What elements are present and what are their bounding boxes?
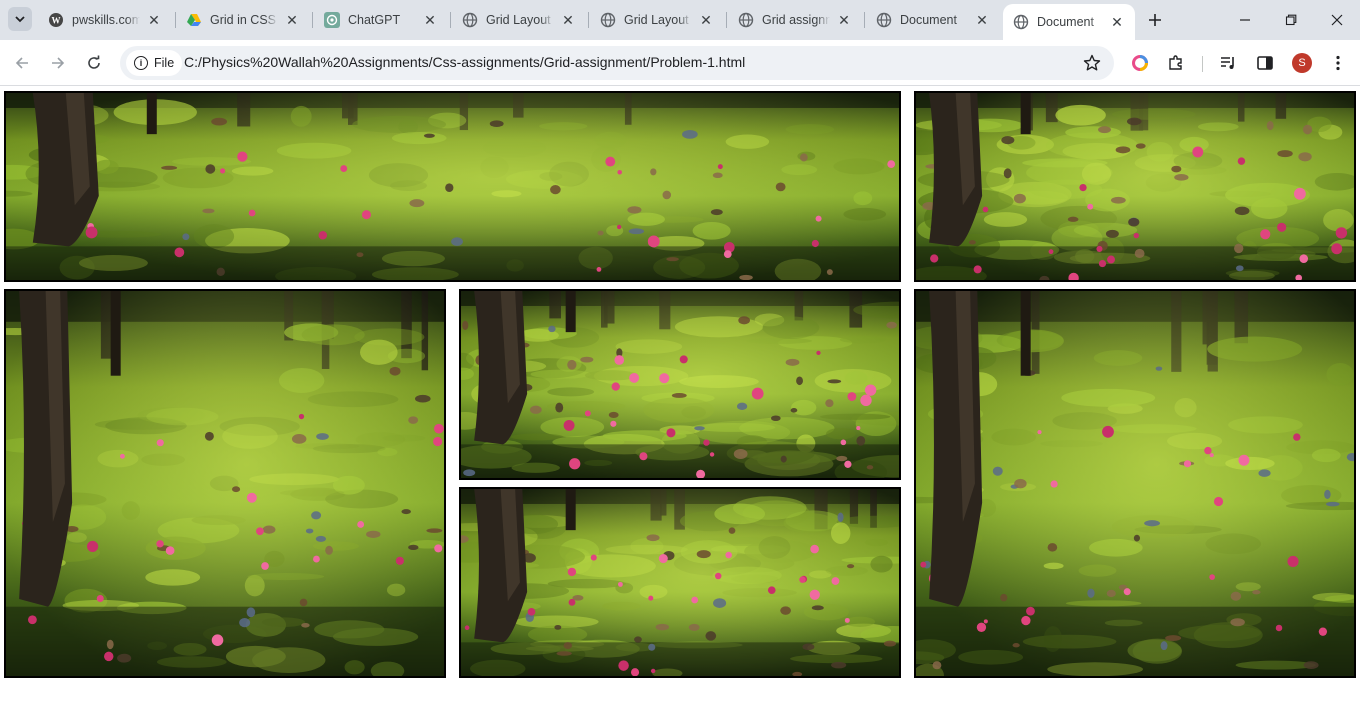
back-button[interactable] <box>8 49 36 77</box>
forest-photo <box>6 291 444 676</box>
globe-icon <box>600 12 616 28</box>
profile-button[interactable]: S <box>1290 51 1314 75</box>
media-controls-button[interactable] <box>1216 51 1240 75</box>
extensions-button[interactable] <box>1164 51 1188 75</box>
chevron-down-icon <box>15 16 25 23</box>
media-queue-icon <box>1221 57 1234 69</box>
tab-title: Document <box>900 13 957 27</box>
tab-title: Document <box>1037 15 1094 29</box>
site-info-label: File <box>154 56 175 70</box>
toolbar-divider <box>1202 56 1203 72</box>
globe-icon <box>462 12 478 28</box>
copilot-icon <box>1132 55 1148 71</box>
avatar: S <box>1292 53 1312 73</box>
tab-title: Grid Layout in CSS <box>486 13 554 27</box>
forest-photo <box>461 291 899 478</box>
tab-1[interactable]: W pwskills.com ✕ <box>38 6 172 34</box>
site-info-chip[interactable]: i File <box>126 50 183 76</box>
arrow-right-icon <box>52 57 65 69</box>
new-tab-button[interactable] <box>1143 8 1167 32</box>
restore-icon <box>1285 14 1297 26</box>
menu-button[interactable] <box>1326 51 1350 75</box>
info-icon: i <box>134 56 148 70</box>
tab-title: pwskills.com <box>72 13 140 27</box>
grid-image-5 <box>459 487 901 678</box>
browser-toolbar: i File C:/Physics%20Wallah%20Assignments… <box>0 40 1360 86</box>
tab-6[interactable]: Grid assignment ✕ <box>728 6 862 34</box>
svg-text:W: W <box>52 16 61 26</box>
tab-title: Grid in CSS / CSS Grid <box>210 13 278 27</box>
arrow-left-icon <box>15 57 28 69</box>
star-icon <box>1083 54 1101 71</box>
address-bar[interactable]: i File C:/Physics%20Wallah%20Assignments… <box>120 46 1114 80</box>
tab-divider <box>864 12 865 28</box>
puzzle-icon <box>1169 55 1182 70</box>
tab-divider <box>312 12 313 28</box>
grid-image-6 <box>914 289 1356 678</box>
forest-photo <box>6 93 899 280</box>
restore-button[interactable] <box>1268 0 1314 40</box>
tab-4[interactable]: Grid Layout in CSS ✕ <box>452 6 586 34</box>
google-drive-icon <box>186 12 202 28</box>
forest-photo <box>916 93 1354 280</box>
url-text[interactable]: C:/Physics%20Wallah%20Assignments/Css-as… <box>184 54 745 70</box>
close-icon[interactable]: ✕ <box>422 12 438 28</box>
tab-5[interactable]: Grid Layout in CSS ✕ <box>590 6 724 34</box>
copilot-button[interactable] <box>1128 51 1152 75</box>
grid-image-1 <box>4 91 901 282</box>
tab-divider <box>588 12 589 28</box>
grid-image-3 <box>4 289 446 678</box>
tab-3[interactable]: ChatGPT ✕ <box>314 6 448 34</box>
grid-image-4 <box>459 289 901 480</box>
side-panel-icon <box>1257 56 1273 70</box>
side-panel-button[interactable] <box>1253 51 1277 75</box>
minimize-button[interactable] <box>1222 0 1268 40</box>
close-icon <box>1331 14 1343 26</box>
grid-image-2 <box>914 91 1356 282</box>
reload-button[interactable] <box>80 49 108 77</box>
tab-search-button[interactable] <box>8 7 32 31</box>
forest-photo <box>461 489 899 676</box>
forest-photo <box>916 291 1354 676</box>
more-vert-icon <box>1336 55 1340 71</box>
tab-strip: W pwskills.com ✕ Grid in CSS / CSS Grid … <box>0 0 1360 40</box>
tab-7[interactable]: Document ✕ <box>866 6 1000 34</box>
close-icon[interactable]: ✕ <box>698 12 714 28</box>
plus-icon <box>1149 14 1161 26</box>
reload-icon <box>88 55 100 69</box>
tab-title: Grid assignment <box>762 13 830 27</box>
tab-8-active[interactable]: Document ✕ <box>1003 4 1135 40</box>
close-icon[interactable]: ✕ <box>284 12 300 28</box>
tab-title: ChatGPT <box>348 13 401 27</box>
tab-2[interactable]: Grid in CSS / CSS Grid ✕ <box>176 6 310 34</box>
close-window-button[interactable] <box>1314 0 1360 40</box>
close-icon[interactable]: ✕ <box>1109 14 1125 30</box>
bookmark-star-button[interactable] <box>1082 53 1102 73</box>
close-icon[interactable]: ✕ <box>560 12 576 28</box>
close-icon[interactable]: ✕ <box>836 12 852 28</box>
tab-divider <box>450 12 451 28</box>
close-icon[interactable]: ✕ <box>974 12 990 28</box>
minimize-icon <box>1240 19 1250 21</box>
tab-title: Grid Layout in CSS <box>624 13 692 27</box>
tab-divider <box>726 12 727 28</box>
globe-icon <box>1013 14 1029 30</box>
chatgpt-icon <box>324 12 340 28</box>
image-grid <box>4 91 1356 689</box>
close-icon[interactable]: ✕ <box>146 12 162 28</box>
globe-icon <box>876 12 892 28</box>
globe-icon <box>738 12 754 28</box>
forward-button[interactable] <box>44 49 72 77</box>
wordpress-icon: W <box>48 12 64 28</box>
page-viewport <box>0 87 1360 704</box>
